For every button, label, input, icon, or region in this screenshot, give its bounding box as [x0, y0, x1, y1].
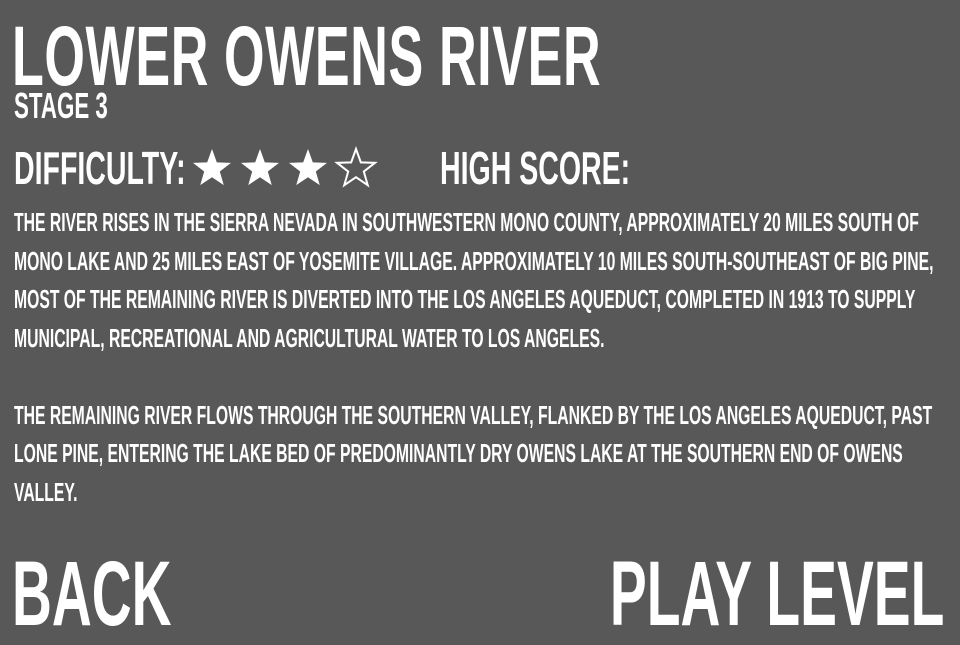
star-outline-icon	[334, 146, 378, 188]
star-filled-icon	[288, 149, 328, 186]
level-description: THE RIVER RISES IN THE SIERRA NEVADA IN …	[14, 203, 940, 511]
description-paragraph: THE REMAINING RIVER FLOWS THROUGH THE SO…	[14, 399, 933, 507]
star-filled-icon	[240, 149, 280, 186]
stage-label: STAGE 3	[14, 85, 108, 126]
high-score-label: HIGH SCORE:	[440, 142, 631, 194]
description-paragraph: THE RIVER RISES IN THE SIERRA NEVADA IN …	[14, 207, 934, 353]
difficulty-label: DIFFICULTY:	[14, 142, 186, 194]
difficulty-stars	[190, 146, 378, 190]
difficulty-row: DIFFICULTY:	[14, 144, 378, 192]
play-level-button[interactable]: PLAY LEVEL	[610, 548, 944, 640]
star-filled-icon	[192, 149, 232, 186]
back-button[interactable]: BACK	[12, 548, 171, 640]
